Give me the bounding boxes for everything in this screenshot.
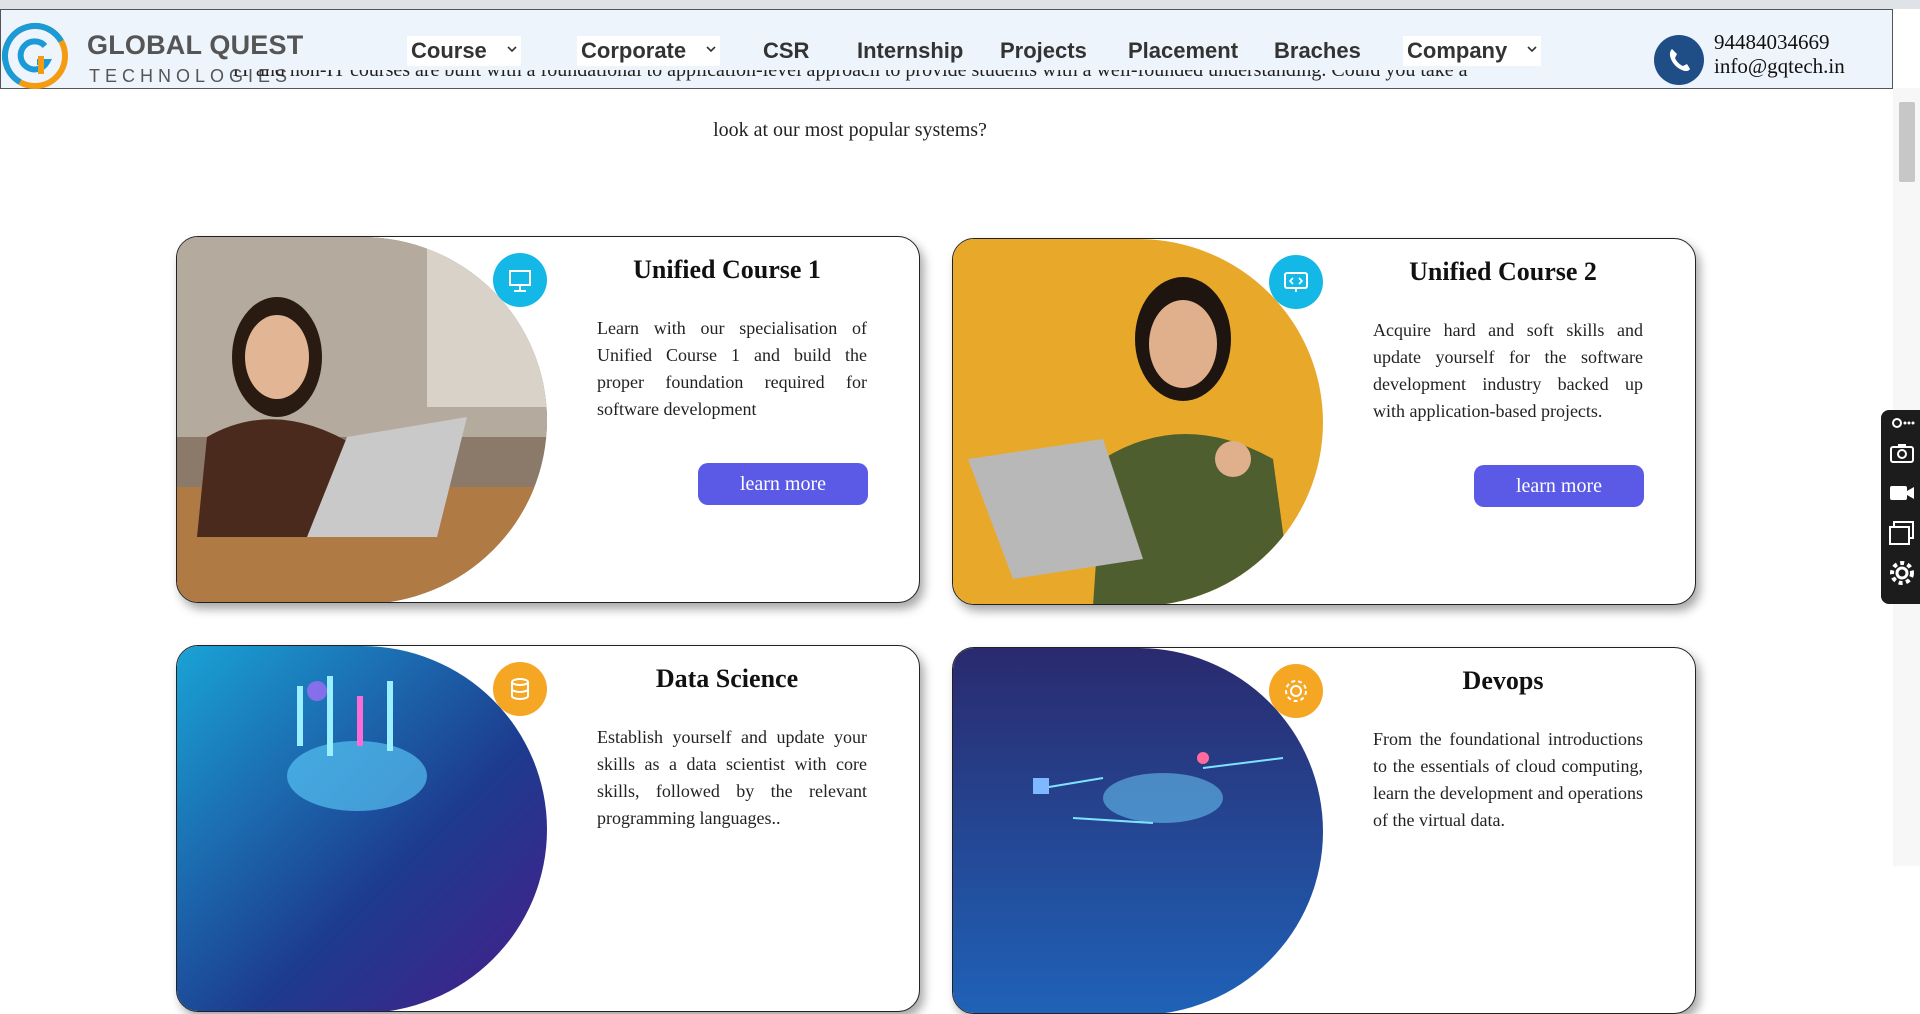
course-description: From the foundational introductions to t…	[1373, 729, 1643, 830]
course-card-devops: Devops From the foundational introductio…	[952, 647, 1696, 1014]
link-icon[interactable]	[1889, 414, 1915, 432]
database-icon	[493, 662, 547, 716]
course-title: Unified Course 1	[633, 255, 821, 284]
browser-top-strip	[0, 0, 1920, 9]
nav-item-corporate[interactable]: Corporate	[577, 36, 721, 66]
course-image-data-science	[177, 646, 547, 1011]
course-description: Acquire hard and soft skills and update …	[1373, 320, 1643, 421]
code-monitor-icon	[1269, 255, 1323, 309]
contact-phone[interactable]: 94484034669	[1714, 30, 1830, 55]
scrollbar-thumb[interactable]	[1899, 102, 1915, 182]
gq-logo-icon	[2, 23, 68, 89]
course-image-unified-2	[953, 239, 1323, 604]
course-image-unified-1	[177, 237, 547, 602]
window-icon[interactable]	[1889, 520, 1915, 546]
settings-icon[interactable]	[1889, 560, 1915, 586]
chevron-down-icon	[507, 46, 517, 53]
nav-item-placement[interactable]: Placement	[1128, 36, 1238, 66]
nav-item-course[interactable]: Course	[407, 36, 521, 66]
course-title: Data Science	[655, 664, 799, 693]
chevron-down-icon	[1527, 46, 1537, 53]
nav-label: Company	[1407, 38, 1508, 63]
nav-item-company[interactable]: Company	[1403, 36, 1542, 66]
course-description: Establish yourself and update your skill…	[597, 727, 867, 828]
course-title: Devops	[1462, 666, 1544, 695]
chevron-down-icon	[706, 46, 716, 53]
nav-label: Corporate	[581, 38, 687, 63]
video-icon[interactable]	[1889, 480, 1915, 506]
gear-cog-icon	[1269, 664, 1323, 718]
learn-more-button[interactable]: learn more	[1474, 465, 1644, 507]
capture-toolbar	[1881, 410, 1920, 604]
brand-name: GLOBAL QUEST	[87, 30, 304, 60]
presentation-icon	[493, 253, 547, 307]
intro-line-2: look at our most popular systems?	[713, 119, 987, 141]
nav-label: Course	[411, 38, 487, 63]
intro-line-1-text: IT and non-IT courses are built with a f…	[232, 70, 1468, 81]
course-description: Learn with our specialisation of Unified…	[597, 318, 867, 419]
nav-item-csr[interactable]: CSR	[763, 36, 809, 66]
nav-item-projects[interactable]: Projects	[1000, 36, 1087, 66]
course-card-unified-2: Unified Course 2 Acquire hard and soft s…	[952, 238, 1696, 605]
nav-item-internship[interactable]: Internship	[857, 36, 963, 66]
nav-item-braches[interactable]: Braches	[1274, 36, 1361, 66]
course-image-devops	[953, 648, 1323, 1013]
learn-more-button[interactable]: learn more	[698, 463, 868, 505]
intro-line-1: IT and non-IT courses are built with a f…	[170, 70, 1530, 98]
course-title: Unified Course 2	[1409, 257, 1597, 286]
course-card-data-science: Data Science Establish yourself and upda…	[176, 645, 920, 1012]
contact-email[interactable]: info@gqtech.in	[1714, 54, 1845, 79]
camera-icon[interactable]	[1889, 440, 1915, 466]
phone-icon[interactable]	[1654, 35, 1704, 85]
course-card-unified-1: Unified Course 1 Learn with our speciali…	[176, 236, 920, 603]
